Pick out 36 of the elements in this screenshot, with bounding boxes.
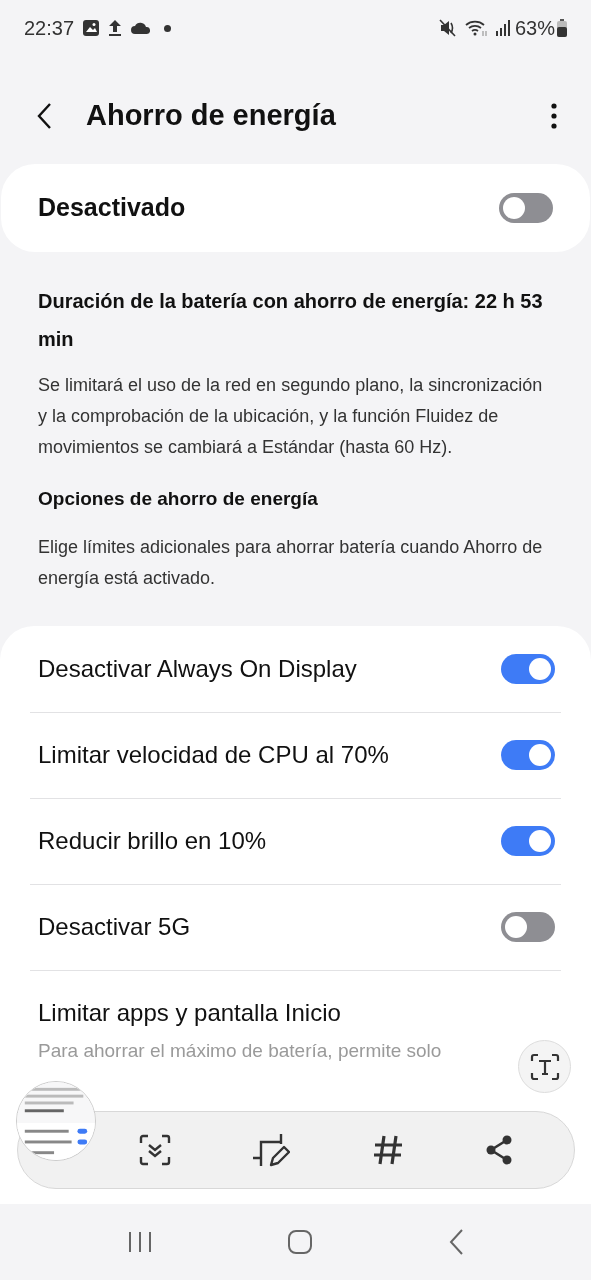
battery-percent: 63%: [514, 16, 555, 41]
text-scan-icon: [529, 1052, 560, 1081]
mute-icon: [438, 19, 457, 37]
setting-label: Desactivar 5G: [38, 912, 192, 942]
signal-icon: [494, 19, 511, 37]
section-description: Elige límites adicionales para ahorrar batería cuando Ahorro de energía está activado.: [38, 535, 544, 590]
toggle-switch[interactable]: [501, 826, 555, 856]
master-switch-label: Desactivado: [38, 192, 187, 224]
share-icon[interactable]: [485, 1135, 514, 1165]
toggle-switch[interactable]: [501, 912, 555, 942]
battery-icon: [557, 19, 567, 37]
scroll-capture-icon[interactable]: [138, 1134, 171, 1166]
description-text: Se limitará el uso de la red en segundo plano, la sincronización y la comprobación de la ubicación, y la función Fluidez de movimientos se cambiará a Estándar (hasta 60 Hz).: [38, 374, 544, 459]
more-icon[interactable]: [551, 103, 557, 129]
cloud-icon: [130, 21, 151, 35]
crop-edit-icon[interactable]: [252, 1132, 291, 1168]
page-title: Ahorro de energía: [86, 98, 337, 134]
toggle-switch[interactable]: [499, 193, 553, 223]
image-icon: [82, 19, 101, 37]
status-time: 22:37: [24, 16, 75, 41]
upload-icon: [108, 19, 123, 37]
setting-label: Reducir brillo en 10%: [38, 826, 268, 856]
setting-label: Limitar velocidad de CPU al 70%: [38, 740, 390, 770]
setting-subtitle: Para ahorrar el máximo de batería, permite solo: [38, 1038, 443, 1063]
toggle-switch[interactable]: [501, 653, 555, 684]
wifi-icon: [464, 19, 489, 37]
dot-icon: [164, 24, 172, 32]
home-icon[interactable]: [287, 1229, 314, 1255]
back-icon[interactable]: [36, 102, 52, 130]
section-title: Opciones de ahorro de energía: [38, 487, 319, 511]
hashtag-icon[interactable]: [371, 1134, 404, 1166]
recents-icon[interactable]: [127, 1230, 154, 1254]
battery-duration: Duración de la batería con ahorro de energía: 22 h 53 min: [38, 289, 544, 352]
setting-label: Desactivar Always On Display: [38, 653, 358, 684]
toggle-switch[interactable]: [501, 740, 555, 770]
setting-label[interactable]: Limitar apps y pantalla Inicio: [38, 994, 561, 1031]
